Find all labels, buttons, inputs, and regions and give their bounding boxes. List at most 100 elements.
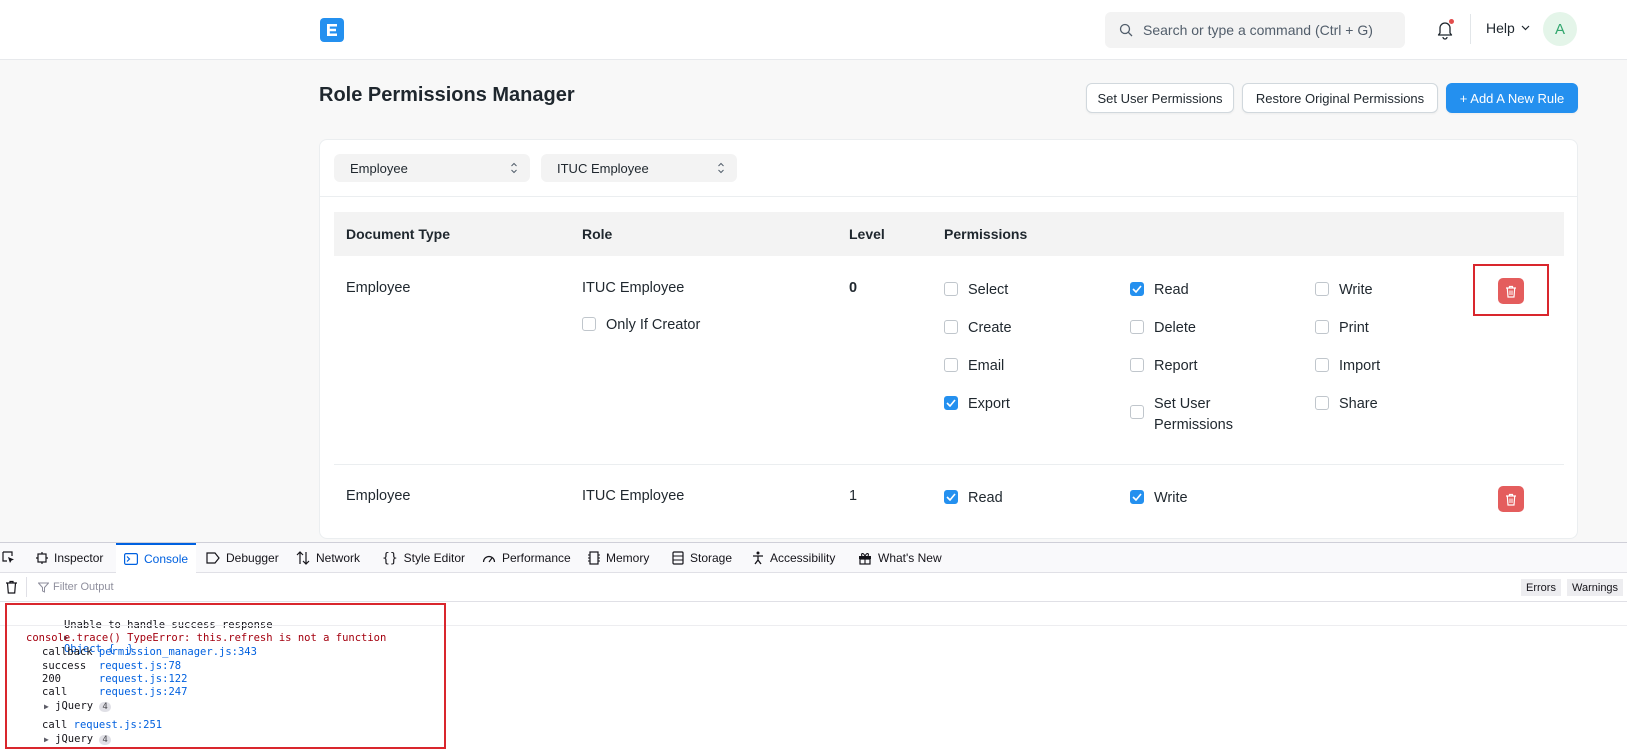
perm-label: Select — [968, 282, 1009, 298]
perm-label: Set User Permissions — [1154, 396, 1233, 433]
perm-set-user-permissions[interactable]: Set User Permissions — [1130, 394, 1240, 436]
tab-storage[interactable]: Storage — [672, 543, 732, 573]
tab-label: Style Editor — [403, 551, 466, 565]
check-icon — [946, 493, 956, 501]
checkbox-box[interactable] — [1130, 405, 1144, 419]
notification-dot — [1449, 19, 1454, 24]
tab-label: Memory — [606, 551, 650, 565]
row1-level: 0 — [849, 280, 858, 296]
perm-import[interactable]: Import — [1315, 356, 1380, 377]
row2-role: ITUC Employee — [582, 488, 685, 504]
tab-label: Accessibility — [770, 551, 836, 565]
perm-label: Delete — [1154, 320, 1196, 336]
checkbox-box[interactable] — [1315, 282, 1329, 296]
highlight-box-console — [5, 603, 446, 749]
tab-style-editor[interactable]: {} Style Editor — [382, 543, 465, 573]
filter-output-input[interactable]: Filter Output — [53, 581, 114, 593]
tab-inspector[interactable]: Inspector — [36, 543, 103, 573]
checkbox-box[interactable] — [944, 320, 958, 334]
checkbox-box[interactable] — [944, 282, 958, 296]
console-filter-bar: Filter Output Errors Warnings — [0, 573, 1627, 602]
tab-whats-new[interactable]: What's New — [858, 543, 942, 573]
table-header: Document Type Role Level Permissions — [334, 212, 1564, 256]
card-divider — [320, 196, 1577, 197]
perm-label: Export — [968, 396, 1010, 412]
tab-accessibility[interactable]: Accessibility — [752, 543, 835, 573]
filter-icon — [38, 582, 49, 593]
tab-label: Debugger — [226, 551, 279, 565]
checkbox-box[interactable] — [1130, 320, 1144, 334]
checkbox-checked[interactable] — [944, 490, 958, 504]
search-bar[interactable]: Search or type a command (Ctrl + G) — [1105, 12, 1405, 48]
storage-icon — [672, 551, 684, 565]
doctype-select[interactable]: Employee — [334, 154, 530, 182]
checkbox-checked[interactable] — [1130, 282, 1144, 296]
set-user-permissions-button[interactable]: Set User Permissions — [1086, 83, 1234, 113]
permissions-card: Employee ITUC Employee Document Type Rol… — [319, 139, 1578, 539]
braces-icon: {} — [382, 550, 398, 566]
row1-document-type: Employee — [346, 280, 411, 296]
restore-original-permissions-button[interactable]: Restore Original Permissions — [1242, 83, 1438, 113]
perm-read[interactable]: Read — [944, 488, 1003, 509]
header-permissions: Permissions — [944, 226, 1028, 242]
tab-console[interactable]: Console — [116, 543, 197, 573]
tab-label: Network — [316, 551, 361, 565]
row-divider — [334, 464, 1564, 465]
perm-select[interactable]: Select — [944, 280, 1008, 301]
tab-label: Storage — [690, 551, 733, 565]
performance-icon — [482, 555, 496, 563]
perm-label: Create — [968, 320, 1012, 336]
perm-write[interactable]: Write — [1130, 488, 1188, 509]
role-select[interactable]: ITUC Employee — [541, 154, 737, 182]
tab-network[interactable]: Network — [296, 543, 360, 573]
console-output: Unable to handle success response ▶ Obje… — [0, 603, 1627, 750]
delete-rule-button[interactable] — [1498, 486, 1524, 512]
highlight-box-delete — [1473, 264, 1549, 316]
errors-filter-chip[interactable]: Errors — [1521, 579, 1561, 596]
checkbox-checked[interactable] — [1130, 490, 1144, 504]
trash-icon — [1506, 493, 1516, 506]
perm-label: Write — [1339, 282, 1373, 298]
checkbox-box[interactable] — [1315, 396, 1329, 410]
app-logo[interactable] — [320, 18, 344, 42]
top-navbar: Search or type a command (Ctrl + G) Help… — [0, 0, 1627, 60]
role-select-value: ITUC Employee — [557, 160, 649, 176]
navbar-divider — [1470, 14, 1471, 44]
checkbox-checked[interactable] — [944, 396, 958, 410]
perm-write[interactable]: Write — [1315, 280, 1373, 301]
devtools-panel: Inspector Console Debugger Network {} St… — [0, 542, 1627, 750]
check-icon — [946, 399, 956, 407]
perm-export[interactable]: Export — [944, 394, 1010, 415]
trash-icon[interactable] — [5, 580, 18, 594]
tab-debugger[interactable]: Debugger — [206, 543, 279, 573]
checkbox-box[interactable] — [944, 358, 958, 372]
check-icon — [1132, 493, 1142, 501]
element-picker-icon[interactable] — [2, 543, 22, 573]
tab-memory[interactable]: Memory — [588, 543, 649, 573]
tab-performance[interactable]: Performance — [482, 543, 571, 573]
perm-print[interactable]: Print — [1315, 318, 1369, 339]
warnings-filter-chip[interactable]: Warnings — [1567, 579, 1624, 596]
header-document-type: Document Type — [346, 226, 450, 242]
perm-share[interactable]: Share — [1315, 394, 1378, 415]
only-if-creator-checkbox[interactable]: Only If Creator — [582, 315, 700, 336]
row2-level: 1 — [849, 488, 858, 504]
checkbox-box[interactable] — [582, 317, 596, 331]
tab-label: Performance — [502, 551, 571, 565]
avatar[interactable]: A — [1543, 12, 1577, 46]
checkbox-box[interactable] — [1315, 320, 1329, 334]
perm-email[interactable]: Email — [944, 356, 1004, 377]
notification-bell-icon[interactable] — [1434, 18, 1456, 40]
perm-report[interactable]: Report — [1130, 356, 1198, 377]
perm-create[interactable]: Create — [944, 318, 1012, 339]
memory-icon — [588, 551, 600, 565]
tab-label: What's New — [878, 551, 942, 565]
checkbox-box[interactable] — [1130, 358, 1144, 372]
perm-read[interactable]: Read — [1130, 280, 1189, 301]
search-icon — [1119, 23, 1133, 37]
perm-delete[interactable]: Delete — [1130, 318, 1196, 339]
help-dropdown[interactable]: Help — [1486, 20, 1530, 36]
accessibility-icon — [753, 551, 763, 565]
add-new-rule-button[interactable]: + Add A New Rule — [1446, 83, 1578, 113]
checkbox-box[interactable] — [1315, 358, 1329, 372]
